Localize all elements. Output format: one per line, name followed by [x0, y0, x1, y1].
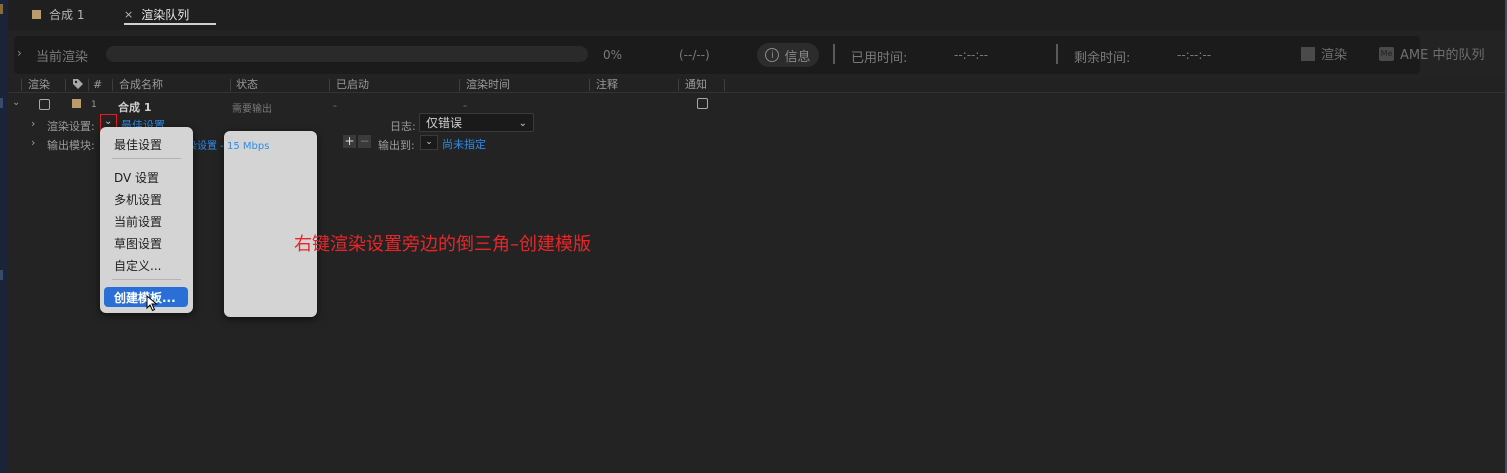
output-to-label: 输出到:: [378, 139, 415, 152]
column-render[interactable]: 渲染: [28, 78, 50, 92]
column-separator: [21, 79, 22, 91]
render-status-bar: › 当前渲染 0% (--/--) i 信息 已用时间: --:--:-- 剩余…: [14, 36, 1420, 74]
menu-separator: [112, 279, 181, 280]
menu-item-draft-settings[interactable]: 草图设置: [114, 235, 162, 252]
item-status: 需要输出: [232, 104, 272, 115]
tab-composition-label: 合成 1: [49, 7, 85, 22]
edge-marker: [0, 270, 3, 280]
render-button-label: 渲染: [1321, 48, 1348, 63]
current-render-label: 当前渲染: [36, 50, 89, 65]
render-settings-chevron-icon[interactable]: ›: [31, 117, 35, 130]
output-module-add-remove: + −: [343, 135, 371, 148]
ame-queue-button[interactable]: Me AME 中的队列: [1379, 44, 1484, 63]
info-icon: i: [765, 48, 780, 62]
add-output-module-button[interactable]: +: [343, 135, 356, 148]
output-to-value[interactable]: 尚未指定: [442, 136, 486, 152]
active-tab-indicator: [124, 23, 216, 25]
column-separator: [230, 79, 231, 91]
elapsed-time-label: 已用时间:: [851, 51, 908, 66]
media-encoder-icon: Me: [1379, 46, 1394, 61]
render-checkbox[interactable]: [39, 99, 50, 110]
edge-marker: [0, 4, 3, 14]
label-color-swatch[interactable]: [72, 99, 81, 108]
column-status[interactable]: 状态: [236, 78, 258, 92]
menu-separator: [112, 158, 181, 159]
info-button-label: 信息: [784, 49, 811, 65]
ame-queue-button-label: AME 中的队列: [1400, 48, 1485, 63]
menu-item-multi-machine[interactable]: 多机设置: [114, 191, 162, 208]
remove-output-module-button[interactable]: −: [358, 135, 371, 148]
menu-item-make-template-label: 创建模板...: [114, 291, 176, 305]
tab-render-queue-label: 渲染队列: [141, 7, 190, 22]
header-divider: [8, 92, 1505, 93]
tab-composition[interactable]: 合成 1: [32, 4, 84, 24]
tab-render-queue[interactable]: × 渲染队列 ≡: [124, 4, 317, 317]
item-expand-chevron-icon[interactable]: ⌄: [12, 97, 20, 108]
progress-percent: 0%: [603, 48, 623, 62]
render-button[interactable]: 渲染: [1301, 44, 1347, 63]
item-started: -: [333, 99, 337, 112]
item-render-time: -: [463, 99, 467, 112]
log-label: 日志:: [390, 120, 416, 133]
column-render-time[interactable]: 渲染时间: [466, 78, 510, 92]
panel-menu-icon[interactable]: ≡: [224, 131, 317, 317]
render-settings-menu: 最佳设置 DV 设置 多机设置 当前设置 草图设置 自定义... 创建模板...: [100, 127, 193, 313]
log-select-value: 仅错误: [426, 116, 463, 130]
item-number: 1: [91, 100, 97, 110]
divider: [833, 44, 835, 64]
progress-count: (--/--): [679, 48, 710, 62]
menu-item-current-settings[interactable]: 当前设置: [114, 213, 162, 230]
notify-checkbox[interactable]: [697, 98, 708, 109]
render-queue-header: 渲染 # 合成名称 状态 已启动 渲染时间 注释 通知: [8, 78, 1505, 92]
remaining-time-value: --:--:--: [1177, 48, 1212, 62]
column-separator: [65, 79, 66, 91]
remaining-time-label: 剩余时间:: [1074, 51, 1131, 66]
composition-color-icon: [32, 9, 41, 19]
column-separator: [329, 79, 330, 91]
column-separator: [112, 79, 113, 91]
menu-item-best-settings[interactable]: 最佳设置: [114, 136, 162, 153]
close-tab-icon[interactable]: ×: [124, 8, 133, 21]
mouse-pointer-icon: [146, 295, 158, 312]
column-separator: [88, 79, 89, 91]
expand-chevron-icon[interactable]: ›: [17, 46, 22, 60]
output-to-dropdown-icon[interactable]: ⌄: [420, 135, 438, 150]
menu-item-dv-settings[interactable]: DV 设置: [114, 169, 159, 186]
info-button[interactable]: i 信息: [757, 43, 819, 67]
column-comment[interactable]: 注释: [596, 78, 618, 92]
edge-marker: [0, 98, 3, 108]
column-comp-name[interactable]: 合成名称: [119, 78, 163, 92]
log-select[interactable]: 仅错误 ⌄: [419, 113, 534, 132]
output-module-value[interactable]: 染设置 - 15 Mbps: [187, 137, 269, 152]
output-module-chevron-icon[interactable]: ›: [31, 136, 35, 149]
divider: [1056, 44, 1058, 64]
column-notify[interactable]: 通知: [685, 78, 707, 92]
panel-tabs: 合成 1 × 渲染队列 ≡: [8, 0, 1505, 317]
column-separator: [459, 79, 460, 91]
render-settings-label: 渲染设置:: [47, 120, 95, 133]
column-separator: [724, 79, 725, 91]
column-separator: [589, 79, 590, 91]
annotation-text: 右键渲染设置旁边的倒三角–创建模版: [294, 234, 591, 255]
left-panel-edge: [0, 0, 8, 473]
render-icon: [1301, 46, 1315, 61]
column-separator: [678, 79, 679, 91]
label-tag-icon[interactable]: [72, 78, 84, 92]
comp-name[interactable]: 合成 1: [118, 99, 151, 115]
column-number[interactable]: #: [93, 78, 102, 92]
column-started[interactable]: 已启动: [336, 78, 369, 92]
elapsed-time-value: --:--:--: [954, 48, 989, 62]
output-module-label: 输出模块:: [47, 139, 95, 152]
menu-item-custom[interactable]: 自定义...: [114, 257, 161, 274]
render-progress-bar: [106, 46, 588, 62]
chevron-down-icon: ⌄: [518, 118, 527, 129]
